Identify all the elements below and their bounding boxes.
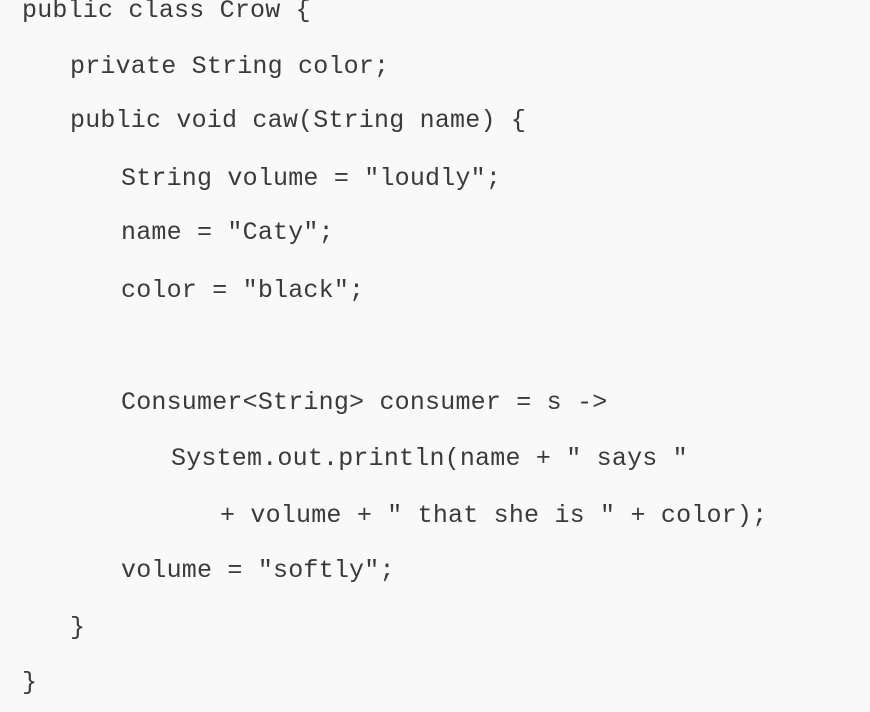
code-line-method-declaration: public void caw(String name) { [70,106,527,135]
code-line-field-declaration: private String color; [70,52,390,81]
code-line-color-assignment: color = "black"; [121,276,365,305]
code-block: public class Crow { private String color… [0,0,870,712]
code-line-println-continuation: + volume + " that she is " + color); [220,501,768,530]
code-line-println-call: System.out.println(name + " says " [171,444,688,473]
code-line-name-assignment: name = "Caty"; [121,218,334,247]
code-line-class-declaration: public class Crow { [22,0,311,25]
code-line-consumer-declaration: Consumer<String> consumer = s -> [121,388,608,417]
code-line-method-close-brace: } [70,613,86,642]
code-line-volume-reassignment: volume = "softly"; [121,556,395,585]
code-line-class-close-brace: } [22,668,38,697]
code-line-volume-declaration: String volume = "loudly"; [121,164,502,193]
